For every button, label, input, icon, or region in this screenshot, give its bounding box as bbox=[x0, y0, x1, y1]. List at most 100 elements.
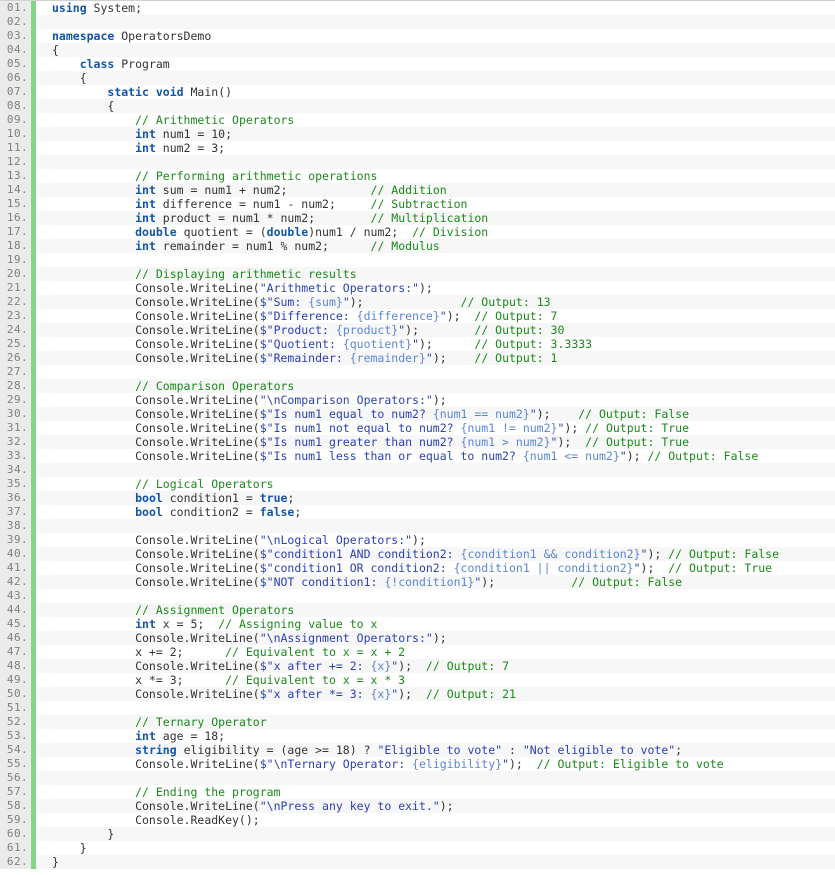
code-text[interactable]: using System; bbox=[52, 1, 142, 15]
code-text[interactable]: { bbox=[52, 99, 114, 113]
code-text[interactable]: // Logical Operators bbox=[52, 477, 273, 491]
code-line[interactable]: 37. bool condition2 = false; bbox=[0, 505, 835, 519]
code-text[interactable]: Console.WriteLine($"x after *= 3: {x}");… bbox=[52, 687, 516, 701]
code-text[interactable]: } bbox=[52, 855, 59, 869]
code-line[interactable]: 25. Console.WriteLine($"Quotient: {quoti… bbox=[0, 337, 835, 351]
code-line[interactable]: 52. // Ternary Operator bbox=[0, 715, 835, 729]
code-line[interactable]: 55. Console.WriteLine($"\nTernary Operat… bbox=[0, 757, 835, 771]
code-line[interactable]: 39. Console.WriteLine("\nLogical Operato… bbox=[0, 533, 835, 547]
code-line[interactable]: 30. Console.WriteLine($"Is num1 equal to… bbox=[0, 407, 835, 421]
code-text[interactable]: Console.WriteLine($"Product: {product}")… bbox=[52, 323, 564, 337]
code-line[interactable]: 59. Console.ReadKey(); bbox=[0, 813, 835, 827]
code-line[interactable]: 46. Console.WriteLine("\nAssignment Oper… bbox=[0, 631, 835, 645]
code-text[interactable]: int sum = num1 + num2; // Addition bbox=[52, 183, 447, 197]
code-line[interactable]: 19. bbox=[0, 253, 835, 267]
code-line[interactable]: 12. bbox=[0, 155, 835, 169]
code-text[interactable]: } bbox=[52, 841, 87, 855]
code-line[interactable]: 07. static void Main() bbox=[0, 85, 835, 99]
code-line[interactable]: 33. Console.WriteLine($"Is num1 less tha… bbox=[0, 449, 835, 463]
code-text[interactable]: { bbox=[52, 43, 59, 57]
code-editor[interactable]: 01. using System; 02. 03. namespace Operator… bbox=[0, 0, 835, 875]
code-line[interactable]: 48. Console.WriteLine($"x after += 2: {x… bbox=[0, 659, 835, 673]
code-line[interactable]: 06. { bbox=[0, 71, 835, 85]
code-line[interactable]: 58. Console.WriteLine("\nPress any key t… bbox=[0, 799, 835, 813]
code-text[interactable]: x *= 3; // Equivalent to x = x * 3 bbox=[52, 673, 405, 687]
code-line[interactable]: 27. bbox=[0, 365, 835, 379]
code-text[interactable]: class Program bbox=[52, 57, 170, 71]
code-line[interactable]: 42. Console.WriteLine($"NOT condition1: … bbox=[0, 575, 835, 589]
code-line[interactable]: 22. Console.WriteLine($"Sum: {sum}"); //… bbox=[0, 295, 835, 309]
code-text[interactable]: bool condition2 = false; bbox=[52, 505, 301, 519]
code-line[interactable]: 13. // Performing arithmetic operations bbox=[0, 169, 835, 183]
code-line[interactable]: 57. // Ending the program bbox=[0, 785, 835, 799]
code-text[interactable]: Console.WriteLine("\nComparison Operator… bbox=[52, 393, 447, 407]
code-text[interactable]: namespace OperatorsDemo bbox=[52, 29, 211, 43]
code-line[interactable]: 50. Console.WriteLine($"x after *= 3: {x… bbox=[0, 687, 835, 701]
code-line[interactable]: 04. { bbox=[0, 43, 835, 57]
code-line[interactable]: 05. class Program bbox=[0, 57, 835, 71]
code-line[interactable]: 08. { bbox=[0, 99, 835, 113]
code-text[interactable]: Console.WriteLine($"Difference: {differe… bbox=[52, 309, 557, 323]
code-text[interactable]: x += 2; // Equivalent to x = x + 2 bbox=[52, 645, 405, 659]
code-line[interactable]: 35. // Logical Operators bbox=[0, 477, 835, 491]
code-text[interactable]: int remainder = num1 % num2; // Modulus bbox=[52, 239, 440, 253]
code-line[interactable]: 38. bbox=[0, 519, 835, 533]
code-line[interactable]: 47. x += 2; // Equivalent to x = x + 2 bbox=[0, 645, 835, 659]
code-line[interactable]: 09. // Arithmetic Operators bbox=[0, 113, 835, 127]
code-line[interactable]: 36. bool condition1 = true; bbox=[0, 491, 835, 505]
code-text[interactable]: // Assignment Operators bbox=[52, 603, 294, 617]
code-line[interactable]: 31. Console.WriteLine($"Is num1 not equa… bbox=[0, 421, 835, 435]
code-line[interactable]: 26. Console.WriteLine($"Remainder: {rema… bbox=[0, 351, 835, 365]
code-text[interactable]: int x = 5; // Assigning value to x bbox=[52, 617, 377, 631]
code-line[interactable]: 62.} bbox=[0, 855, 835, 869]
code-line[interactable]: 01. using System; bbox=[0, 1, 835, 15]
code-line[interactable]: 23. Console.WriteLine($"Difference: {dif… bbox=[0, 309, 835, 323]
code-text[interactable]: // Comparison Operators bbox=[52, 379, 294, 393]
code-text[interactable]: // Ternary Operator bbox=[52, 715, 267, 729]
code-line[interactable]: 41. Console.WriteLine($"condition1 OR co… bbox=[0, 561, 835, 575]
code-line[interactable]: 21. Console.WriteLine("Arithmetic Operat… bbox=[0, 281, 835, 295]
code-text[interactable]: int num1 = 10; bbox=[52, 127, 232, 141]
code-line[interactable]: 49. x *= 3; // Equivalent to x = x * 3 bbox=[0, 673, 835, 687]
code-text[interactable]: Console.WriteLine("\nLogical Operators:"… bbox=[52, 533, 426, 547]
code-text[interactable]: Console.WriteLine($"Is num1 greater than… bbox=[52, 435, 689, 449]
code-line[interactable]: 32. Console.WriteLine($"Is num1 greater … bbox=[0, 435, 835, 449]
code-text[interactable]: // Displaying arithmetic results bbox=[52, 267, 357, 281]
code-line[interactable]: 51. bbox=[0, 701, 835, 715]
code-line[interactable]: 17. double quotient = (double)num1 / num… bbox=[0, 225, 835, 239]
code-text[interactable]: Console.ReadKey(); bbox=[52, 813, 260, 827]
code-line[interactable]: 54. string eligibility = (age >= 18) ? "… bbox=[0, 743, 835, 757]
code-text[interactable]: double quotient = (double)num1 / num2; /… bbox=[52, 225, 488, 239]
code-text[interactable]: int product = num1 * num2; // Multiplica… bbox=[52, 211, 488, 225]
code-line[interactable]: 24. Console.WriteLine($"Product: {produc… bbox=[0, 323, 835, 337]
code-line[interactable]: 29. Console.WriteLine("\nComparison Oper… bbox=[0, 393, 835, 407]
code-text[interactable]: Console.WriteLine($"Is num1 equal to num… bbox=[52, 407, 689, 421]
code-text[interactable]: bool condition1 = true; bbox=[52, 491, 294, 505]
code-line[interactable]: 43. bbox=[0, 589, 835, 603]
code-text[interactable]: // Arithmetic Operators bbox=[52, 113, 294, 127]
code-text[interactable]: { bbox=[52, 71, 87, 85]
code-text[interactable]: Console.WriteLine($"Sum: {sum}"); // Out… bbox=[52, 295, 550, 309]
code-text[interactable]: int num2 = 3; bbox=[52, 141, 225, 155]
code-line[interactable]: 28. // Comparison Operators bbox=[0, 379, 835, 393]
code-line[interactable]: 61. } bbox=[0, 841, 835, 855]
code-line[interactable]: 02. bbox=[0, 15, 835, 29]
code-text[interactable]: Console.WriteLine($"condition1 OR condit… bbox=[52, 561, 772, 575]
code-line[interactable]: 44. // Assignment Operators bbox=[0, 603, 835, 617]
code-line[interactable]: 60. } bbox=[0, 827, 835, 841]
code-line[interactable]: 10. int num1 = 10; bbox=[0, 127, 835, 141]
code-line[interactable]: 14. int sum = num1 + num2; // Addition bbox=[0, 183, 835, 197]
code-text[interactable]: // Performing arithmetic operations bbox=[52, 169, 377, 183]
code-text[interactable]: Console.WriteLine("\nPress any key to ex… bbox=[52, 799, 454, 813]
code-line[interactable]: 11. int num2 = 3; bbox=[0, 141, 835, 155]
code-text[interactable]: Console.WriteLine("\nAssignment Operator… bbox=[52, 631, 447, 645]
code-text[interactable]: Console.WriteLine($"Is num1 not equal to… bbox=[52, 421, 689, 435]
code-line[interactable]: 53. int age = 18; bbox=[0, 729, 835, 743]
code-text[interactable]: Console.WriteLine($"NOT condition1: {!co… bbox=[52, 575, 682, 589]
code-text[interactable]: Console.WriteLine("Arithmetic Operators:… bbox=[52, 281, 433, 295]
code-text[interactable]: string eligibility = (age >= 18) ? "Elig… bbox=[52, 743, 682, 757]
code-line[interactable]: 15. int difference = num1 - num2; // Sub… bbox=[0, 197, 835, 211]
code-line[interactable]: 56. bbox=[0, 771, 835, 785]
code-line[interactable]: 20. // Displaying arithmetic results bbox=[0, 267, 835, 281]
code-line[interactable]: 03. namespace OperatorsDemo bbox=[0, 29, 835, 43]
